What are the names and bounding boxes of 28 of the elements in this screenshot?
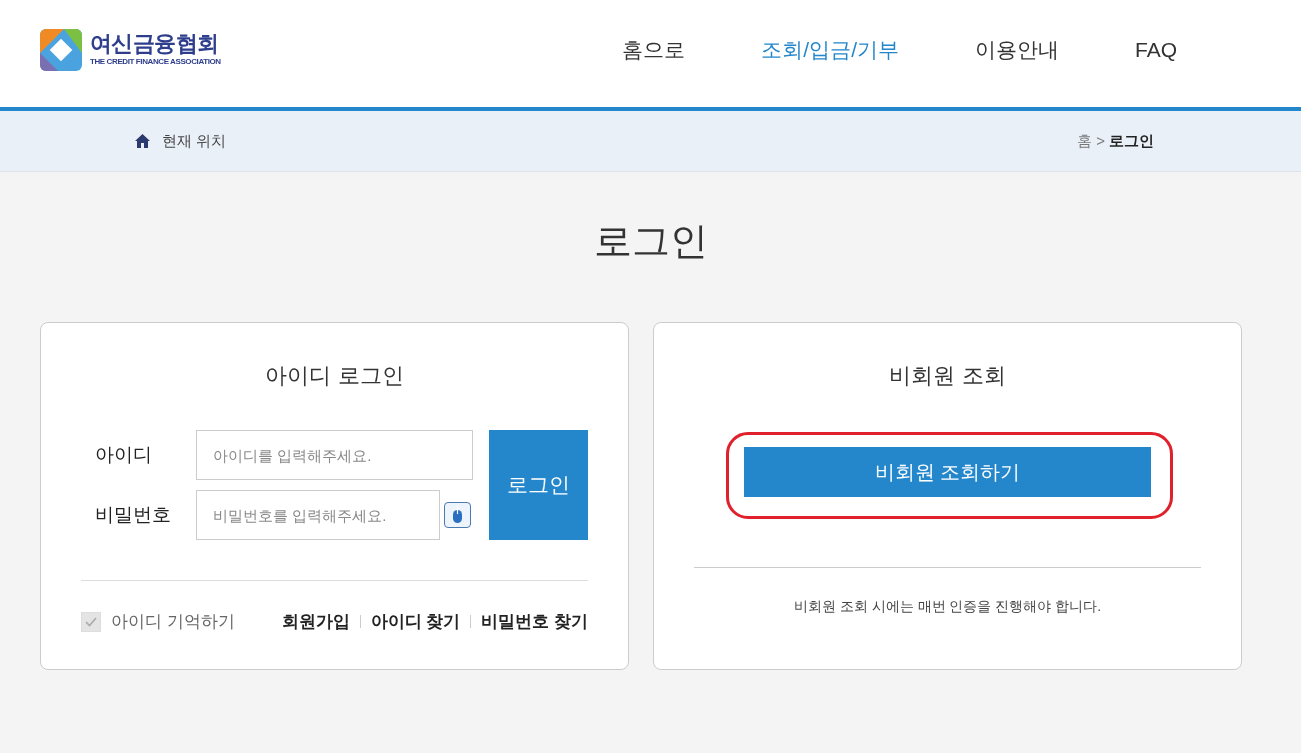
nonmember-inquiry-button[interactable]: 비회원 조회하기 (744, 447, 1151, 497)
nonmember-note: 비회원 조회 시에는 매번 인증을 진행해야 합니다. (792, 597, 1103, 616)
check-icon (85, 616, 97, 627)
page-title: 로그인 (592, 219, 709, 264)
card-title: 아이디 로그인 (264, 362, 405, 390)
breadcrumb-item: 로그인 (1109, 130, 1154, 151)
nav-tab[interactable]: FAQ (1135, 0, 1177, 111)
mouse-icon (452, 506, 463, 524)
remember-label: 아이디 기억하기 (111, 611, 235, 633)
location-label: 현재 위치 (162, 130, 227, 151)
home-icon (135, 134, 150, 148)
id-field[interactable]: 아이디를 입력해주세요. (196, 430, 473, 480)
card-title: 비회원 조회 (888, 362, 1007, 390)
breadcrumb-item: > (1096, 130, 1105, 151)
id-label: 아이디 (95, 442, 153, 467)
account-link[interactable]: 아이디 찾기 (370, 609, 461, 635)
logo-title: 여신금융협회 (90, 31, 220, 56)
password-field[interactable]: 비밀번호를 입력해주세요. (196, 490, 440, 540)
account-link[interactable]: 회원가입 (281, 609, 350, 635)
breadcrumb-item[interactable]: 홈 (1077, 129, 1093, 153)
keyboard-toggle-button[interactable] (444, 502, 471, 528)
logo-icon (40, 28, 82, 71)
account-link[interactable]: 비밀번호 찾기 (481, 609, 588, 635)
login-button[interactable]: 로그인 (489, 430, 588, 540)
password-label: 비밀번호 (95, 502, 172, 527)
logo-subtitle: THE CREDIT FINANCE ASSOCIATION (90, 55, 221, 68)
nav-tab[interactable]: 이용안내 (975, 0, 1059, 111)
nav-tab[interactable]: 홈으로 (622, 0, 686, 111)
